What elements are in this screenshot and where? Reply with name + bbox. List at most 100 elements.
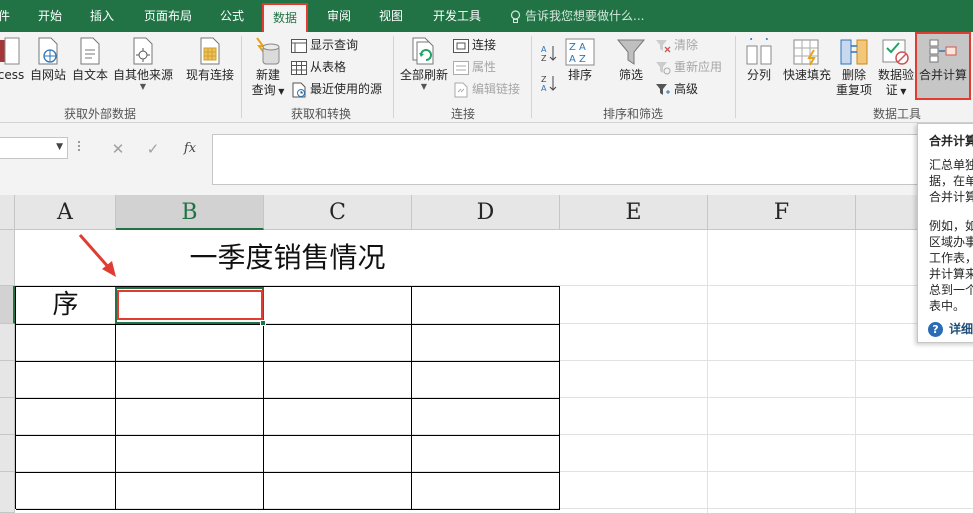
- existing-connections-button[interactable]: 现有连接: [183, 36, 237, 83]
- filter-funnel-icon: [616, 39, 646, 65]
- enter-icon[interactable]: ✓: [143, 139, 163, 159]
- from-other-sources-button[interactable]: 自其他来源 ▼: [112, 36, 174, 91]
- group-separator: [531, 36, 532, 118]
- tooltip-text-line: 并计算来: [929, 267, 973, 281]
- formula-bar: ▼ ✕ ✓ fx: [0, 123, 973, 195]
- tooltip-text-line: 区域办事: [929, 235, 973, 249]
- new-query-button[interactable]: 新建 查询 ▼: [248, 36, 288, 99]
- tooltip-title: 合并计算: [929, 134, 973, 148]
- edit-links-icon: [454, 82, 468, 97]
- clear-filter-button[interactable]: 清除: [655, 35, 698, 55]
- tell-me-text: 告诉我您想要做什么...: [525, 9, 645, 23]
- column-header-f[interactable]: F: [708, 195, 856, 230]
- tab-page-layout[interactable]: 页面布局: [134, 0, 202, 32]
- tooltip-text-line: 合并计算: [929, 190, 973, 204]
- data-validation-button[interactable]: 数据验 证 ▼: [875, 38, 917, 99]
- formula-input[interactable]: [212, 134, 973, 185]
- tab-file[interactable]: 件: [0, 0, 12, 32]
- show-queries-icon: [291, 38, 307, 53]
- svg-text:Z: Z: [541, 75, 547, 84]
- consolidate-button[interactable]: 合并计算: [915, 32, 971, 100]
- group-label-data-tools: 数据工具: [872, 107, 921, 121]
- refresh-all-button[interactable]: 全部刷新 ▼: [398, 36, 450, 91]
- row-header-4[interactable]: [0, 361, 15, 398]
- tooltip-text-line: 表中。: [929, 299, 966, 313]
- row-header-3[interactable]: [0, 324, 15, 361]
- tell-me-search[interactable]: 告诉我您想要做什么...: [510, 0, 644, 32]
- tab-home[interactable]: 开始: [28, 0, 72, 32]
- sort-ascending-button[interactable]: AZ: [540, 42, 561, 62]
- row-header-1[interactable]: [0, 230, 15, 286]
- from-text-button[interactable]: 自文本: [70, 36, 110, 83]
- connections-button[interactable]: 连接: [453, 35, 496, 55]
- row-header-7[interactable]: [0, 472, 15, 513]
- data-validation-icon: [882, 39, 909, 65]
- group-label-connections: 连接: [450, 107, 475, 121]
- web-icon: [38, 37, 58, 65]
- remove-duplicates-button[interactable]: 删除 重复项: [835, 38, 873, 98]
- sort-descending-button[interactable]: ZA: [540, 72, 561, 92]
- row-header-5[interactable]: [0, 398, 15, 435]
- tab-review[interactable]: 审阅: [316, 0, 362, 32]
- text-to-columns-icon: [746, 38, 772, 65]
- edit-links-button[interactable]: 编辑链接: [453, 79, 520, 99]
- tooltip-help-link[interactable]: ? 详细: [928, 320, 973, 337]
- tab-insert[interactable]: 插入: [80, 0, 124, 32]
- ribbon-data: cess 自网站 自文本 自其他来源 ▼ 现有连接 获取外部数据 新建 查询 ▼…: [0, 32, 973, 123]
- recent-sources-icon: [292, 82, 306, 97]
- flash-fill-button[interactable]: 快速填充: [779, 38, 835, 83]
- advanced-filter-button[interactable]: 高级: [655, 79, 698, 99]
- tab-developer[interactable]: 开发工具: [422, 0, 492, 32]
- refresh-icon: [412, 37, 434, 65]
- chevron-down-icon: ▼: [139, 82, 147, 91]
- from-table-button[interactable]: 从表格: [291, 57, 346, 77]
- from-web-button[interactable]: 自网站: [28, 36, 68, 83]
- column-header-e[interactable]: E: [560, 195, 708, 230]
- connections-icon: [453, 38, 469, 53]
- sheet-title-cell[interactable]: 一季度销售情况: [116, 230, 459, 286]
- reapply-button[interactable]: 重新应用: [655, 57, 722, 77]
- tooltip-text-line: 工作表，: [929, 251, 973, 265]
- svg-text:A: A: [541, 45, 547, 54]
- filter-button[interactable]: 筛选: [612, 38, 650, 83]
- tab-view[interactable]: 视图: [368, 0, 414, 32]
- svg-text:Z: Z: [541, 54, 547, 62]
- recent-sources-button[interactable]: 最近使用的源: [291, 79, 382, 99]
- access-icon: [0, 37, 20, 65]
- tab-data[interactable]: 数据: [262, 3, 308, 32]
- row-header-6[interactable]: [0, 435, 15, 472]
- select-all-corner[interactable]: [0, 195, 15, 230]
- column-header-c[interactable]: C: [264, 195, 412, 230]
- column-header-b[interactable]: B: [116, 195, 264, 230]
- group-label-get-external-data: 获取外部数据: [63, 107, 136, 121]
- sort-button[interactable]: Z AA Z 排序: [563, 38, 597, 83]
- tab-formulas[interactable]: 公式: [210, 0, 254, 32]
- group-separator: [241, 36, 242, 118]
- chevron-down-icon[interactable]: ▼: [56, 142, 63, 152]
- name-box[interactable]: ▼: [0, 137, 68, 159]
- cancel-icon[interactable]: ✕: [108, 139, 128, 159]
- show-queries-button[interactable]: 显示查询: [291, 35, 358, 55]
- svg-text:A Z: A Z: [569, 54, 586, 65]
- consolidate-tooltip: 合并计算 汇总单独 据，在单 合并计算 例如，如 区域办事 工作表， 并计算来 …: [917, 123, 973, 343]
- insert-function-icon[interactable]: fx: [180, 139, 200, 159]
- remove-duplicates-icon: [840, 39, 868, 65]
- cell-a2[interactable]: 序: [16, 287, 115, 323]
- properties-button[interactable]: 属性: [453, 57, 496, 77]
- text-file-icon: [80, 37, 100, 65]
- tooltip-text-line: 汇总单独: [929, 158, 973, 172]
- text-to-columns-button[interactable]: 分列: [742, 38, 776, 83]
- row-header-2[interactable]: [0, 286, 15, 324]
- column-header-d[interactable]: D: [412, 195, 560, 230]
- annotation-arrow-icon: [78, 234, 116, 277]
- flash-fill-icon: [793, 39, 819, 66]
- fill-handle[interactable]: [260, 320, 266, 326]
- svg-text:Z A: Z A: [569, 42, 586, 53]
- sort-ascending-icon: AZ: [541, 45, 557, 62]
- from-access-button[interactable]: cess: [0, 36, 26, 83]
- chevron-down-icon: ▼: [420, 82, 428, 91]
- formula-bar-grip[interactable]: [78, 139, 82, 157]
- sort-icon: Z AA Z: [565, 38, 595, 66]
- sort-descending-icon: ZA: [541, 75, 557, 92]
- column-header-a[interactable]: A: [15, 195, 116, 230]
